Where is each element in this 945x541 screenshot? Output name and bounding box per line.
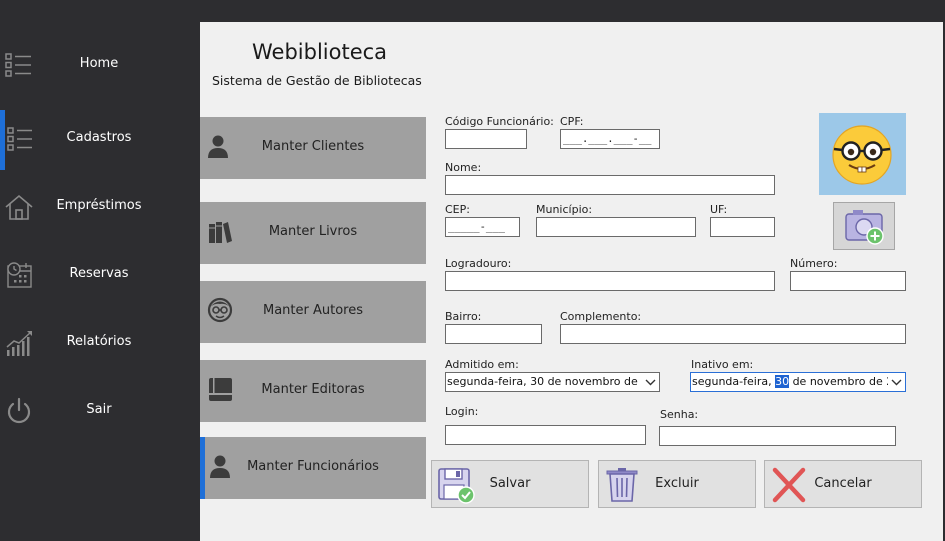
admitido-label: Admitido em:: [445, 358, 519, 371]
numero-field[interactable]: [790, 271, 906, 291]
cpf-label: CPF:: [560, 115, 584, 128]
complemento-label: Complemento:: [560, 310, 642, 323]
nerd-face-icon: [832, 125, 892, 185]
sidebar-item-label: Empréstimos: [56, 198, 142, 213]
app-title: Webiblioteca: [252, 40, 388, 64]
sidebar-item-label: Cadastros: [66, 130, 132, 145]
logradouro-field[interactable]: [445, 271, 775, 291]
books-icon: [209, 222, 232, 243]
menu-button-funcionarios[interactable]: Manter Funcionários: [200, 437, 426, 499]
complemento-field[interactable]: [560, 324, 906, 344]
senha-label: Senha:: [660, 408, 699, 421]
senha-field[interactable]: [659, 426, 896, 446]
trash-icon: [606, 468, 638, 502]
menu-button-clientes[interactable]: Manter Clientes: [200, 117, 426, 179]
save-button[interactable]: Salvar: [431, 460, 589, 508]
chevron-down-icon[interactable]: [642, 373, 659, 391]
sidebar-item-label: Relatórios: [66, 334, 132, 349]
inativo-date-prefix: segunda-feira,: [692, 375, 776, 388]
admitido-date-text: segunda-feira, 30 de novembro de 2: [447, 375, 649, 388]
inativo-label: Inativo em:: [691, 358, 754, 371]
cancel-button-label: Cancelar: [814, 476, 872, 491]
delete-button[interactable]: Excluir: [598, 460, 756, 508]
menu-button-label: Manter Autores: [262, 303, 363, 318]
sidebar: Home Cadastros Empréstimos Reservas Rela…: [0, 22, 200, 541]
main-panel: Webiblioteca Sistema de Gestão de Biblio…: [200, 22, 943, 541]
menu-button-livros[interactable]: Manter Livros: [200, 202, 426, 264]
employee-photo: [819, 113, 906, 195]
bairro-field[interactable]: [445, 324, 542, 344]
list-icon: [7, 127, 32, 151]
sidebar-item-cadastros[interactable]: Cadastros: [0, 110, 200, 170]
login-field[interactable]: [445, 425, 646, 445]
inativo-datepicker[interactable]: segunda-feira, 30 de novembro de 2: [690, 372, 906, 392]
camera-button[interactable]: [833, 202, 895, 250]
cancel-button[interactable]: Cancelar: [764, 460, 922, 508]
sidebar-item-relatorios[interactable]: Relatórios: [0, 314, 200, 374]
menu-button-autores[interactable]: Manter Autores: [200, 281, 426, 343]
app-subtitle: Sistema de Gestão de Bibliotecas: [212, 73, 422, 88]
close-icon: [772, 467, 806, 503]
numero-label: Número:: [790, 257, 838, 270]
cep-field[interactable]: _____-___: [445, 217, 520, 237]
inativo-date-suffix: de novembro de 2: [789, 375, 894, 388]
inativo-date-selected: 30: [775, 375, 790, 388]
admitido-datepicker[interactable]: segunda-feira, 30 de novembro de 2: [445, 372, 660, 392]
save-button-label: Salvar: [489, 476, 531, 491]
person-icon: [208, 135, 228, 158]
uf-field[interactable]: [710, 217, 775, 237]
bairro-label: Bairro:: [445, 310, 482, 323]
floppy-disk-icon: [438, 468, 475, 504]
sidebar-item-emprestimos[interactable]: Empréstimos: [0, 178, 200, 238]
municipio-field[interactable]: [536, 217, 696, 237]
menu-button-label: Manter Funcionários: [247, 459, 379, 474]
author-face-icon: [207, 297, 233, 323]
login-label: Login:: [445, 405, 479, 418]
sidebar-item-label: Reservas: [69, 266, 129, 281]
nome-field[interactable]: [445, 175, 775, 195]
bar-chart-icon: [6, 331, 32, 356]
chevron-down-icon[interactable]: [888, 373, 905, 391]
codigo-field[interactable]: [445, 129, 527, 149]
municipio-label: Município:: [536, 203, 593, 216]
top-bar: [0, 0, 945, 22]
binder-icon: [209, 378, 232, 401]
menu-button-editoras[interactable]: Manter Editoras: [200, 360, 426, 422]
sidebar-item-reservas[interactable]: Reservas: [0, 246, 200, 306]
sidebar-item-home[interactable]: Home: [0, 36, 200, 96]
inativo-date-text: segunda-feira, 30 de novembro de 2: [692, 375, 893, 388]
calendar-clock-icon: [7, 262, 32, 288]
house-icon: [5, 194, 33, 220]
list-icon: [5, 53, 31, 77]
person-icon: [210, 455, 230, 478]
logradouro-label: Logradouro:: [445, 257, 512, 270]
sidebar-item-label: Sair: [86, 402, 112, 417]
sidebar-item-label: Home: [79, 56, 119, 71]
codigo-label: Código Funcionário:: [445, 115, 554, 128]
menu-button-label: Manter Clientes: [261, 139, 365, 154]
delete-button-label: Excluir: [655, 476, 699, 491]
cep-label: CEP:: [445, 203, 470, 216]
sidebar-item-sair[interactable]: Sair: [0, 382, 200, 442]
camera-add-icon: [845, 210, 884, 245]
power-icon: [7, 397, 31, 424]
nome-label: Nome:: [445, 161, 482, 174]
menu-button-label: Manter Livros: [268, 224, 358, 239]
uf-label: UF:: [710, 203, 728, 216]
cpf-field[interactable]: ___.___.___-__: [560, 129, 660, 149]
menu-button-label: Manter Editoras: [261, 382, 365, 397]
